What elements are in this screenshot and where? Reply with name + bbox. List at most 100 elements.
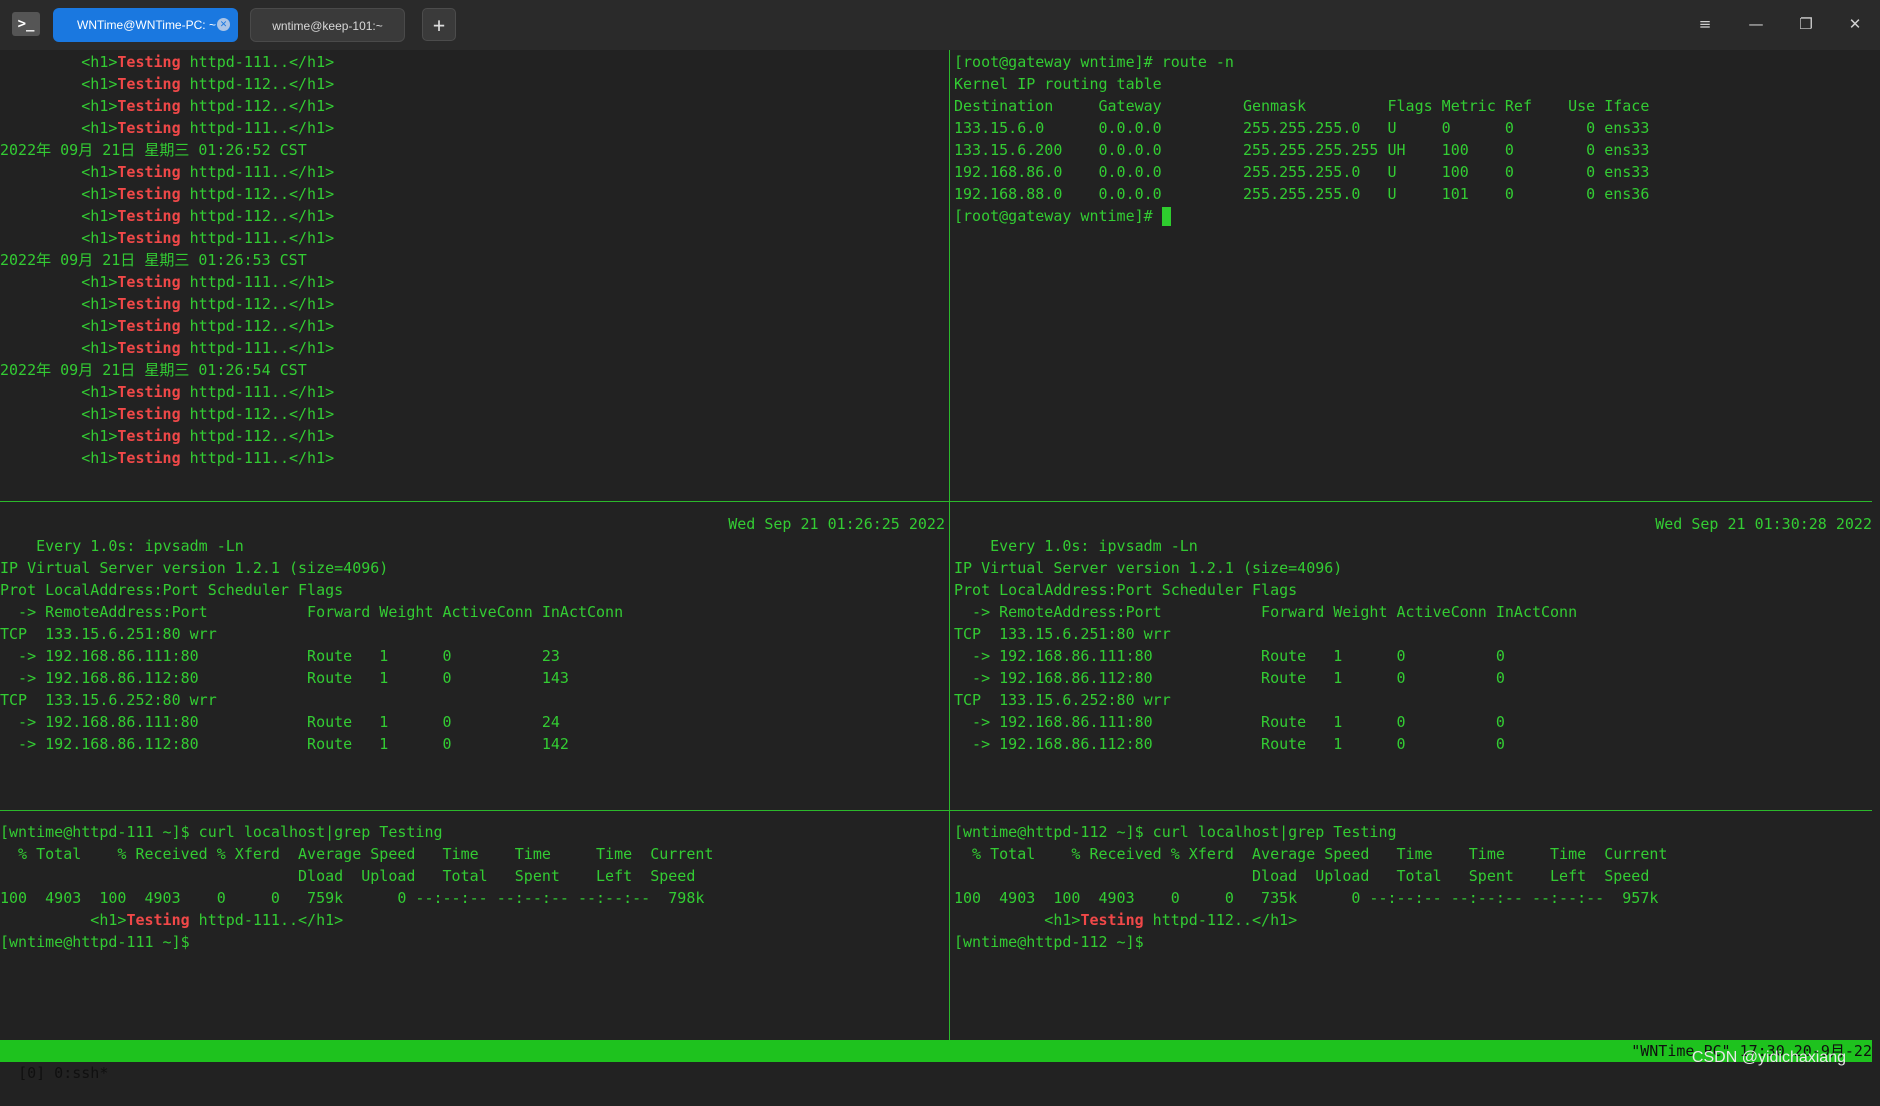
line-text: httpd-111..</h1>: [180, 339, 335, 357]
terminal-line: <h1>Testing httpd-111..</h1>: [0, 161, 945, 183]
line-text: httpd-112..</h1>: [180, 75, 335, 93]
tab-keep-101[interactable]: wntime@keep-101:~: [250, 8, 405, 42]
line-text: <h1>: [0, 75, 118, 93]
pane-top-left[interactable]: <h1>Testing httpd-111..</h1> <h1>Testing…: [0, 51, 945, 496]
line-text: httpd-112..</h1>: [180, 207, 335, 225]
terminal-line: <h1>Testing httpd-111..</h1>: [0, 51, 945, 73]
terminal-line: 100 4903 100 4903 0 0 735k 0 --:--:-- --…: [954, 887, 1872, 909]
line-text: httpd-111..</h1>: [180, 273, 335, 291]
highlight-text: Testing: [117, 449, 181, 467]
pane-divider-horizontal[interactable]: [0, 810, 949, 811]
terminal-line: 2022年 09月 21日 星期三 01:26:52 CST: [0, 139, 945, 161]
terminal-line: Destination Gateway Genmask Flags Metric…: [954, 97, 1650, 115]
tab-label: wntime@keep-101:~: [272, 19, 383, 33]
terminal-line: TCP 133.15.6.252:80 wrr: [0, 691, 217, 709]
terminal-line: <h1>Testing httpd-111..</h1>: [0, 447, 945, 469]
terminal-line: -> 192.168.86.111:80 Route 1 0 24: [0, 713, 560, 731]
terminal-line: TCP 133.15.6.251:80 wrr: [954, 625, 1171, 643]
highlight-text: Testing: [117, 427, 181, 445]
highlight-text: Testing: [117, 317, 181, 335]
line-text: % Total % Received % Xferd Average Speed…: [0, 845, 714, 863]
highlight-text: Testing: [117, 185, 181, 203]
pane-divider-horizontal[interactable]: [950, 501, 1872, 502]
line-text: httpd-111..</h1>: [180, 383, 335, 401]
terminal-line: 100 4903 100 4903 0 0 759k 0 --:--:-- --…: [0, 887, 945, 909]
terminal-line: -> 192.168.86.112:80 Route 1 0 142: [0, 735, 569, 753]
terminal-line: <h1>Testing httpd-111..</h1>: [0, 117, 945, 139]
minimize-icon[interactable]: —: [1744, 12, 1768, 36]
line-text: httpd-112..</h1>: [180, 295, 335, 313]
watch-timestamp: Wed Sep 21 01:30:28 2022: [1655, 515, 1872, 533]
terminal-line: Dload Upload Total Spent Left Speed: [0, 865, 945, 887]
line-text: httpd-112..</h1>: [180, 97, 335, 115]
status-window-list[interactable]: [0] 0:ssh*: [18, 1064, 108, 1082]
title-bar: >_ WNTime@WNTime-PC: ~ ✕ wntime@keep-101…: [0, 0, 1880, 50]
terminal-line: -> 192.168.86.111:80 Route 1 0 23: [0, 647, 560, 665]
terminal-line: <h1>Testing httpd-111..</h1>: [0, 909, 945, 931]
pane-divider-horizontal[interactable]: [950, 810, 1872, 811]
pane-top-right[interactable]: [root@gateway wntime]# route -n Kernel IP…: [954, 51, 1872, 496]
terminal-line: <h1>Testing httpd-112..</h1>: [0, 403, 945, 425]
pane-bottom-left[interactable]: [wntime@httpd-111 ~]$ curl localhost|gre…: [0, 821, 945, 1036]
line-text: 2022年 09月 21日 星期三 01:26:54 CST: [0, 361, 307, 379]
pane-mid-left[interactable]: Every 1.0s: ipvsadm -Ln Wed Sep 21 01:26…: [0, 513, 945, 808]
line-text: <h1>: [0, 229, 118, 247]
terminal-line: [wntime@httpd-111 ~]$: [0, 931, 945, 953]
watermark: CSDN @yidichaxiang: [1691, 1049, 1846, 1066]
line-text: httpd-112..</h1>: [1143, 911, 1298, 929]
line-text: <h1>: [0, 339, 118, 357]
close-icon[interactable]: ✕: [1843, 12, 1867, 36]
terminal-icon[interactable]: >_: [12, 12, 40, 36]
line-text: httpd-111..</h1>: [180, 163, 335, 181]
terminal-line: 2022年 09月 21日 星期三 01:26:54 CST: [0, 359, 945, 381]
line-text: [wntime@httpd-111 ~]$: [0, 933, 190, 951]
menu-icon[interactable]: ≡: [1693, 12, 1717, 36]
line-text: <h1>: [0, 317, 118, 335]
terminal-line: 133.15.6.0 0.0.0.0 255.255.255.0 U 0 0 0…: [954, 119, 1650, 137]
highlight-text: Testing: [117, 273, 181, 291]
highlight-text: Testing: [117, 97, 181, 115]
pane-divider-vertical[interactable]: [949, 50, 950, 1040]
terminal-line: Kernel IP routing table: [954, 75, 1162, 93]
terminal-line: <h1>Testing httpd-112..</h1>: [954, 909, 1872, 931]
line-text: [wntime@httpd-112 ~]$: [954, 933, 1144, 951]
watch-timestamp: Wed Sep 21 01:26:25 2022: [728, 515, 945, 533]
terminal-line: <h1>Testing httpd-112..</h1>: [0, 183, 945, 205]
terminal-line: <h1>Testing httpd-111..</h1>: [0, 381, 945, 403]
tmux-status-bar: [0] 0:ssh* "WNTime-PC" 17:30 20-9月-22: [0, 1040, 1872, 1082]
text-cursor: [1161, 207, 1171, 226]
terminal-line: <h1>Testing httpd-112..</h1>: [0, 205, 945, 227]
line-text: 100 4903 100 4903 0 0 735k 0 --:--:-- --…: [954, 889, 1659, 907]
terminal-line: -> 192.168.86.111:80 Route 1 0 0: [954, 713, 1505, 731]
new-tab-button[interactable]: +: [422, 8, 456, 41]
highlight-text: Testing: [117, 53, 181, 71]
terminal-line: <h1>Testing httpd-111..</h1>: [0, 227, 945, 249]
line-text: httpd-111..</h1>: [180, 229, 335, 247]
terminal-line: <h1>Testing httpd-112..</h1>: [0, 95, 945, 117]
terminal-line: <h1>Testing httpd-112..</h1>: [0, 73, 945, 95]
line-text: httpd-111..</h1>: [180, 119, 335, 137]
terminal-line: TCP 133.15.6.252:80 wrr: [954, 691, 1171, 709]
tab-wntime-pc[interactable]: WNTime@WNTime-PC: ~ ✕: [53, 8, 238, 42]
terminal-line: -> 192.168.86.112:80 Route 1 0 0: [954, 669, 1505, 687]
close-tab-icon[interactable]: ✕: [217, 18, 230, 31]
line-text: <h1>: [0, 273, 118, 291]
terminal-line: Prot LocalAddress:Port Scheduler Flags: [0, 581, 344, 599]
highlight-text: Testing: [117, 383, 181, 401]
highlight-text: Testing: [117, 339, 181, 357]
restore-icon[interactable]: ❐: [1794, 12, 1818, 36]
terminal-line: 2022年 09月 21日 星期三 01:26:53 CST: [0, 249, 945, 271]
shell-prompt[interactable]: [root@gateway wntime]#: [954, 205, 1872, 227]
line-text: <h1>: [0, 97, 118, 115]
pane-bottom-right[interactable]: [wntime@httpd-112 ~]$ curl localhost|gre…: [954, 821, 1872, 1036]
terminal-line: TCP 133.15.6.251:80 wrr: [0, 625, 217, 643]
line-text: httpd-112..</h1>: [180, 405, 335, 423]
highlight-text: Testing: [117, 163, 181, 181]
line-text: <h1>: [0, 449, 118, 467]
pane-divider-horizontal[interactable]: [0, 501, 949, 502]
line-text: httpd-111..</h1>: [189, 911, 344, 929]
terminal-line: 192.168.86.0 0.0.0.0 255.255.255.0 U 100…: [954, 163, 1650, 181]
terminal-line: <h1>Testing httpd-112..</h1>: [0, 293, 945, 315]
highlight-text: Testing: [117, 229, 181, 247]
pane-mid-right[interactable]: Every 1.0s: ipvsadm -Ln Wed Sep 21 01:30…: [954, 513, 1872, 808]
